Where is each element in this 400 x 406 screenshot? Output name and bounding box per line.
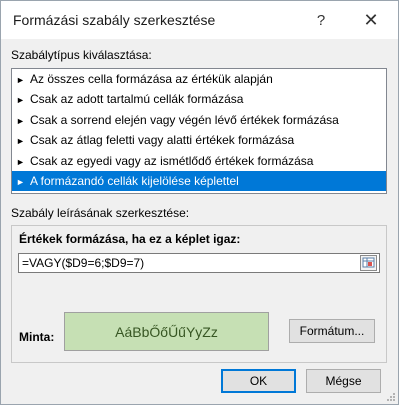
- rule-type-item-label: Csak a sorrend elején vagy végén lévő ér…: [30, 112, 339, 127]
- triangle-icon: ►: [16, 115, 25, 126]
- rule-type-item-above-below-average[interactable]: ► Csak az átlag feletti vagy alatti érték…: [12, 130, 386, 150]
- ok-button[interactable]: OK: [221, 369, 296, 393]
- rule-type-item-all-cells[interactable]: ► Az összes cella formázása az értékük al…: [12, 69, 386, 89]
- rule-type-item-label: Csak az egyedi vagy az ismétlődő értékek…: [30, 153, 314, 168]
- cancel-button[interactable]: Mégse: [306, 369, 381, 393]
- rule-type-item-label: Az összes cella formázása az értékük ala…: [30, 72, 273, 86]
- resize-grip-icon[interactable]: [386, 392, 396, 402]
- formula-label: Értékek formázása, ha ez a képlet igaz:: [19, 232, 241, 246]
- triangle-icon: ►: [16, 75, 25, 85]
- format-preview: AáBbŐőŰűYyZz: [64, 312, 269, 351]
- range-selector-icon[interactable]: [360, 255, 377, 271]
- rule-type-item-label: A formázandó cellák kijelölése képlettel: [30, 173, 239, 188]
- formula-value: =VAGY($D9=6;$D9=7): [22, 256, 145, 270]
- formula-input[interactable]: =VAGY($D9=6;$D9=7): [18, 253, 380, 273]
- triangle-icon: ►: [16, 95, 25, 106]
- rule-type-item-cell-value[interactable]: ► Csak az adott tartalmú cellák formázása: [12, 89, 386, 109]
- conditional-format-dialog: Formázási szabály szerkesztése ? ✕ Szabá…: [0, 0, 399, 405]
- format-button[interactable]: Formátum...: [289, 319, 375, 343]
- close-button[interactable]: ✕: [349, 1, 393, 39]
- triangle-icon: ►: [16, 136, 25, 147]
- rule-type-item-unique-duplicate[interactable]: ► Csak az egyedi vagy az ismétlődő értéke…: [12, 151, 386, 171]
- rule-type-item-label: Csak az átlag feletti vagy alatti értéke…: [30, 133, 295, 148]
- rule-type-item-formula[interactable]: ► A formázandó cellák kijelölése képlette…: [12, 170, 386, 192]
- help-button[interactable]: ?: [299, 1, 343, 39]
- rule-type-item-label: Csak az adott tartalmú cellák formázása: [30, 92, 244, 107]
- rule-description-panel: Értékek formázása, ha ez a képlet igaz: …: [11, 225, 387, 363]
- triangle-icon: ►: [16, 176, 25, 187]
- rule-type-item-top-bottom[interactable]: ► Csak a sorrend elején vagy végén lévő é…: [12, 110, 386, 130]
- rule-description-label: Szabály leírásának szerkesztése:: [11, 206, 190, 220]
- rule-type-list[interactable]: ► Az összes cella formázása az értékük al…: [11, 68, 387, 194]
- sample-label: Minta:: [19, 330, 55, 344]
- dialog-title: Formázási szabály szerkesztése: [13, 12, 216, 28]
- triangle-icon: ►: [16, 156, 25, 167]
- rule-type-label: Szabálytípus kiválasztása:: [11, 48, 152, 62]
- title-bar: Formázási szabály szerkesztése ? ✕: [1, 1, 398, 39]
